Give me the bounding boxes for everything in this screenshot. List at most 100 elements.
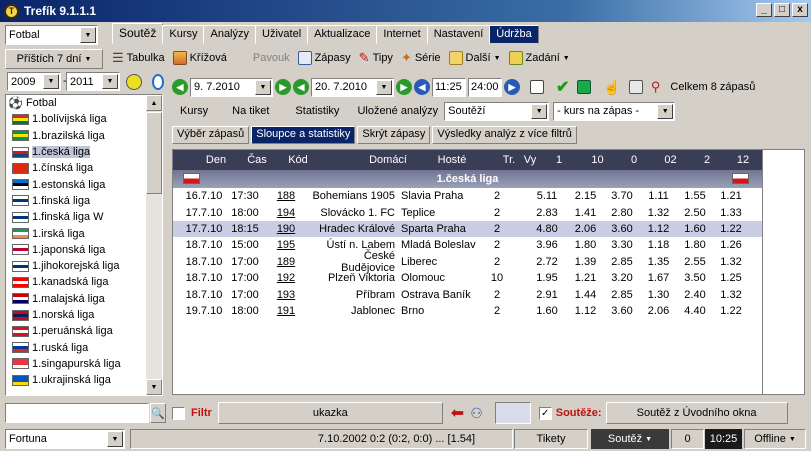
soutez-uvod-button[interactable]: Soutěž z Úvodního okna: [605, 402, 788, 424]
scroll-up-icon[interactable]: ▲: [146, 95, 162, 111]
period-dropdown-button[interactable]: Příštích 7 dní ▼: [5, 49, 103, 69]
analysis-select[interactable]: Soutěží ▼: [444, 101, 550, 121]
clipboard-icon[interactable]: [628, 80, 643, 94]
sub-tab[interactable]: Výběr zápasů: [172, 126, 250, 144]
prev-date-icon[interactable]: ◀: [172, 79, 188, 95]
menu-tab[interactable]: Soutěž: [112, 23, 164, 44]
league-item[interactable]: 1.brazilská liga: [6, 128, 162, 144]
column-header[interactable]: 12: [725, 154, 761, 166]
column-header[interactable]: Hosté: [407, 154, 497, 166]
tipy-button[interactable]: ✎ Tipy: [355, 48, 397, 68]
ukazka-button[interactable]: ukazka: [217, 402, 443, 424]
kursy-link[interactable]: Kursy: [180, 105, 208, 117]
column-header[interactable]: Čas: [239, 154, 275, 166]
league-item[interactable]: 1.ukrajinská liga: [6, 372, 162, 388]
column-header[interactable]: 10: [579, 154, 616, 166]
scroll-thumb[interactable]: [146, 112, 162, 194]
menu-tab[interactable]: Internet: [376, 25, 428, 44]
table-row[interactable]: 17.7.10 18:00 194 Slovácko 1. FC Teplice 2 2.8…: [173, 204, 762, 220]
year-to-select[interactable]: 2011 ▼: [66, 72, 120, 91]
league-item[interactable]: 1.finská liga: [6, 193, 162, 209]
league-item[interactable]: 1.malajská liga: [6, 291, 162, 307]
league-item[interactable]: 1.čínská liga: [6, 160, 162, 176]
pavouk-button[interactable]: Pavouk: [249, 48, 294, 68]
next-date-icon[interactable]: ▶: [275, 79, 291, 95]
sub-tab[interactable]: Sloupce a statistiky: [251, 126, 356, 144]
table-cell[interactable]: 190: [263, 223, 309, 235]
dalsi-button[interactable]: Další ▼: [445, 48, 505, 68]
tree-root[interactable]: ⚽ Fotbal: [6, 95, 162, 111]
serie-button[interactable]: ✦ Série: [397, 48, 445, 68]
table-cell[interactable]: 195: [263, 239, 309, 251]
league-item[interactable]: 1.bolívijská liga: [6, 111, 162, 127]
prev-date-to-icon[interactable]: ◀: [293, 79, 309, 95]
league-item[interactable]: 1.singapurská liga: [6, 356, 162, 372]
league-item[interactable]: 1.peruánská liga: [6, 323, 162, 339]
menu-tab[interactable]: Uživatel: [255, 25, 309, 44]
table-cell[interactable]: 189: [263, 256, 309, 268]
tree-scrollbar[interactable]: ▲ ▼: [146, 95, 162, 395]
league-item[interactable]: 1.ruská liga: [6, 339, 162, 355]
column-header[interactable]: 1: [539, 154, 579, 166]
statistiky-link[interactable]: Statistiky: [295, 105, 339, 117]
league-item[interactable]: 1.irská liga: [6, 225, 162, 241]
zadani-button[interactable]: Zadání ▼: [505, 48, 574, 68]
table-row[interactable]: 18.7.10 15:00 195 Ústí n. Labem Mladá Bolesl…: [173, 237, 762, 253]
date-to-picker[interactable]: 20. 7.2010 ▼: [311, 77, 394, 97]
column-header[interactable]: Kód: [275, 154, 321, 166]
column-header[interactable]: 0: [616, 154, 652, 166]
league-item[interactable]: 1.kanadská liga: [6, 274, 162, 290]
table-cell[interactable]: 191: [263, 305, 309, 317]
hand-icon[interactable]: ☝: [603, 79, 620, 96]
column-header[interactable]: Vy: [521, 154, 539, 166]
table-cell[interactable]: 194: [263, 207, 309, 219]
ulozene-analyzy-link[interactable]: Uložené analýzy: [357, 105, 438, 117]
column-header[interactable]: Den: [193, 154, 239, 166]
league-item[interactable]: 1.japonská liga: [6, 242, 162, 258]
table-cell[interactable]: 193: [263, 289, 309, 301]
magic-wand-icon[interactable]: ⚲: [651, 79, 661, 95]
league-item[interactable]: 1.norská liga: [6, 307, 162, 323]
league-item[interactable]: 1.česká liga: [6, 144, 162, 160]
table-cell[interactable]: 188: [263, 190, 309, 202]
group-row[interactable]: 1.česká liga: [173, 170, 762, 188]
sport-select[interactable]: Fotbal ▼: [5, 25, 98, 45]
mode-status[interactable]: Offline ▼: [744, 429, 806, 449]
table-row[interactable]: 18.7.10 17:00 189 České Budějovice Liberec 2 2…: [173, 250, 762, 274]
krizova-button[interactable]: Křížová: [169, 48, 231, 68]
arrow-left-icon[interactable]: ⬅: [451, 403, 464, 423]
na-tiket-link[interactable]: Na tiket: [232, 105, 269, 117]
table-row[interactable]: 18.7.10 17:00 192 Plzeň Viktoria Olomouc 10 1.…: [173, 270, 762, 286]
date-from-picker[interactable]: 9. 7.2010 ▼: [190, 77, 273, 97]
year-from-select[interactable]: 2009 ▼: [7, 72, 61, 91]
sub-tab[interactable]: Výsledky analýz z více filtrů: [432, 126, 577, 144]
sub-tab[interactable]: Skrýt zápasy: [357, 126, 431, 144]
sun-icon[interactable]: [126, 74, 142, 90]
refresh-icon[interactable]: [152, 74, 164, 90]
menu-tab[interactable]: Analýzy: [203, 25, 257, 44]
soutez-status-button[interactable]: Soutěž ▼: [591, 429, 669, 449]
column-header[interactable]: Tr.: [497, 154, 521, 166]
column-header[interactable]: 02: [652, 154, 689, 166]
odds-select[interactable]: - kurs na zápas - ▼: [553, 101, 676, 121]
tabulka-button[interactable]: ☰ Tabulka: [108, 48, 169, 68]
scroll-down-icon[interactable]: ▼: [146, 379, 162, 395]
menu-tab[interactable]: Nastavení: [426, 25, 491, 44]
table-row[interactable]: 17.7.10 18:15 190 Hradec Králové Sparta Prah…: [173, 220, 762, 238]
person-icon[interactable]: ⚇: [470, 405, 483, 422]
league-item[interactable]: 1.estonská liga: [6, 176, 162, 192]
search-input[interactable]: [5, 403, 149, 423]
zapasy-button[interactable]: Zápasy: [294, 48, 355, 68]
table-cell[interactable]: 192: [263, 272, 309, 284]
rewind-icon[interactable]: ◀: [414, 79, 430, 95]
euro-icon[interactable]: [577, 80, 592, 94]
menu-tab[interactable]: Kursy: [162, 25, 205, 44]
close-button[interactable]: x: [792, 3, 808, 17]
time-to-field[interactable]: 24:00: [468, 77, 502, 97]
checkmark-icon[interactable]: ✔: [556, 77, 569, 97]
souteze-checkbox[interactable]: ✓: [538, 406, 552, 420]
tikety-status[interactable]: Tikety: [514, 429, 588, 449]
minimize-button[interactable]: _: [756, 3, 772, 17]
menu-tab[interactable]: Aktualizace: [307, 25, 378, 44]
table-row[interactable]: 19.7.10 18:00 191 Jablonec Brno 2 1.60 1.12 3.60…: [173, 303, 762, 319]
